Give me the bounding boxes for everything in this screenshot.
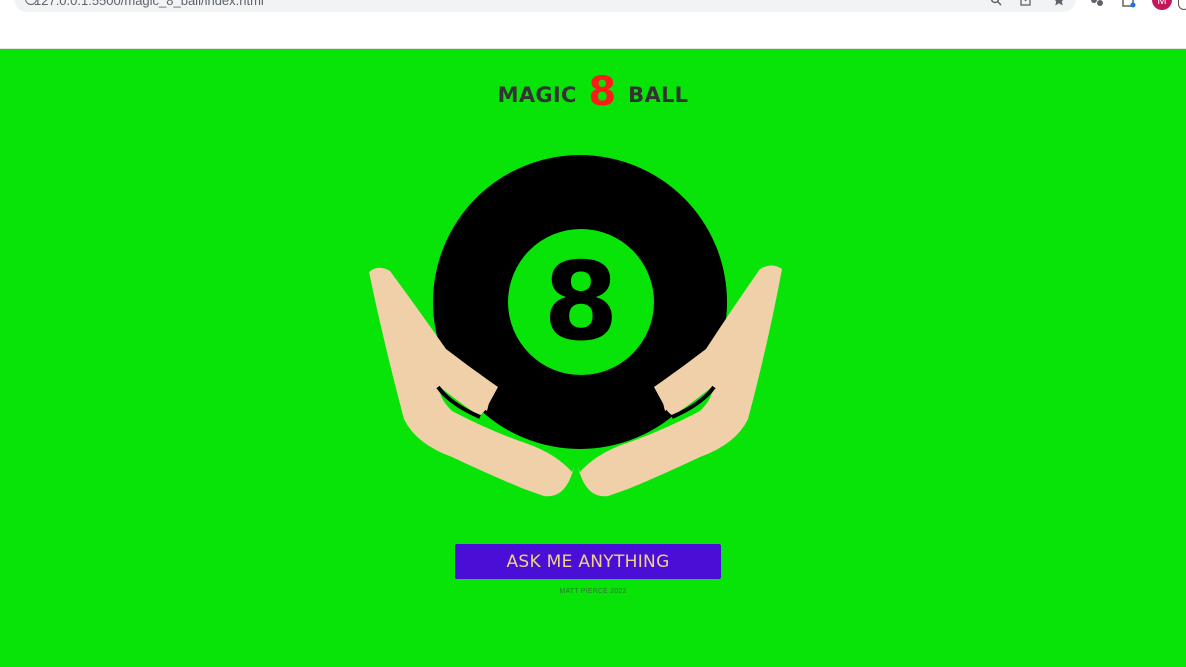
magic-8-ball-illustration: 8 <box>369 155 782 497</box>
title-magic: MAGIC <box>497 83 577 107</box>
downloads-icon[interactable] <box>1122 0 1136 8</box>
title-eight: 8 <box>588 69 617 115</box>
ball-number: 8 <box>543 240 618 365</box>
footer-credit: MATT PIERCE 2022 <box>559 588 627 595</box>
profile-avatar[interactable]: M <box>1152 0 1172 10</box>
browser-toolbar: 127.0.0.1:5500/magic_8_ball/index.html M <box>0 0 1186 49</box>
ask-me-anything-button[interactable]: ASK ME ANYTHING <box>455 544 721 579</box>
search-icon[interactable] <box>990 0 1002 6</box>
bookmark-star-icon[interactable] <box>1053 0 1065 6</box>
url-text[interactable]: 127.0.0.1:5500/magic_8_ball/index.html <box>34 0 264 8</box>
title-ball: BALL <box>628 83 689 107</box>
page-content: MAGIC 8 BALL 8 ASK ME ANYTHING MATT PIER… <box>0 49 1186 667</box>
extensions-icon[interactable] <box>1090 0 1104 7</box>
share-icon[interactable] <box>1020 0 1032 6</box>
browser-menu-icon[interactable] <box>1178 0 1186 10</box>
page-title: MAGIC 8 BALL <box>0 69 1186 115</box>
